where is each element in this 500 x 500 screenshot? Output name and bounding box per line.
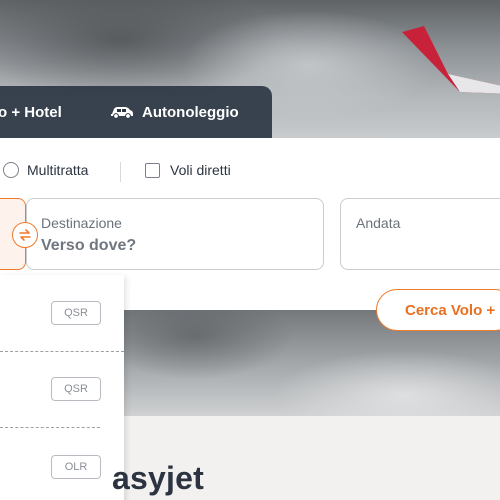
car-icon xyxy=(111,107,133,119)
search-type-tabs: o + Hotel Autonoleggio xyxy=(0,86,272,138)
swap-button[interactable] xyxy=(12,222,38,248)
search-flight-hotel-button[interactable]: Cerca Volo + xyxy=(376,289,500,331)
airport-suggestions-dropdown: QSR QSR OLR xyxy=(0,275,124,500)
page-title: asyjet xyxy=(112,460,204,496)
divider xyxy=(120,162,121,182)
tab-flight-hotel[interactable]: o + Hotel xyxy=(0,86,110,138)
destination-field[interactable]: Destinazione Verso dove? xyxy=(26,198,324,270)
airport-code-badge: QSR xyxy=(51,301,101,325)
multi-city-label: Multitratta xyxy=(27,162,89,178)
airplane-wing-image xyxy=(402,26,500,94)
list-item[interactable]: QSR xyxy=(0,275,124,351)
airport-code-badge: QSR xyxy=(51,377,101,401)
tab-car-rental-label: Autonoleggio xyxy=(142,103,239,121)
airport-code-badge: OLR xyxy=(51,455,101,479)
direct-flights-label: Voli diretti xyxy=(170,162,231,178)
departure-label: Andata xyxy=(356,215,401,231)
direct-flights-option[interactable]: Voli diretti xyxy=(145,162,231,178)
destination-label: Destinazione xyxy=(41,215,122,231)
tab-car-rental[interactable]: Autonoleggio xyxy=(110,86,239,138)
destination-input[interactable]: Verso dove? xyxy=(41,237,136,255)
multi-city-option[interactable]: Multitratta xyxy=(3,162,88,178)
list-item[interactable]: OLR xyxy=(0,428,124,500)
search-button-label: Cerca Volo + xyxy=(405,301,496,319)
list-item[interactable]: QSR xyxy=(0,352,124,428)
multi-city-radio[interactable] xyxy=(3,162,19,178)
swap-arrows-icon xyxy=(19,229,31,241)
tab-flight-hotel-label: o + Hotel xyxy=(0,103,62,121)
departure-date-field[interactable]: Andata xyxy=(340,198,500,270)
direct-flights-checkbox[interactable] xyxy=(145,162,160,178)
